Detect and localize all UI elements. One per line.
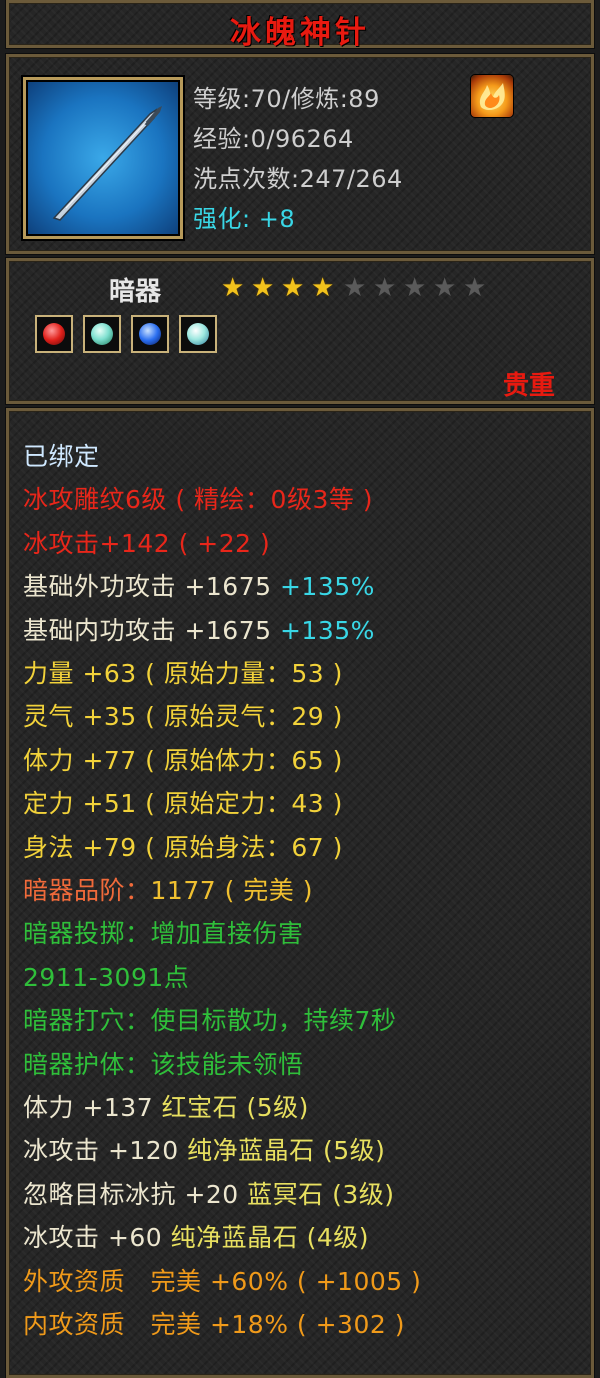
stat-text: 基础外功攻击 +1675 — [23, 572, 280, 602]
stat-line: 忽略目标冰抗 +20 蓝冥石 (3级) — [23, 1175, 395, 1211]
star-empty-icon: ★ — [343, 273, 367, 303]
tooltip-title-bar: 冰魄神针 — [6, 0, 594, 51]
wash-count-text: 洗点次数:247/264 — [193, 165, 403, 193]
stat-text: 内攻资质 完美 +18% ( +302 ) — [23, 1310, 405, 1339]
stat-line: 暗器投掷：增加直接伤害 — [23, 914, 304, 950]
stat-line: 暗器打穴：使目标散功，持续7秒 — [23, 1001, 396, 1037]
stat-line: 体力 +137 红宝石 (5级) — [23, 1088, 309, 1124]
level-cultivation-text: 等级:70/修炼:89 — [193, 85, 380, 113]
stat-text: 纯净蓝晶石 (4级) — [170, 1223, 370, 1253]
gem-slot-1[interactable] — [35, 315, 73, 353]
stat-text: 纯净蓝晶石 (5级) — [187, 1136, 386, 1166]
gem-slot-4[interactable] — [179, 315, 217, 353]
stat-text: 外攻资质 完美 +60% ( +1005 ) — [23, 1266, 422, 1296]
star-empty-icon: ★ — [373, 273, 397, 303]
needle-weapon-icon — [23, 77, 183, 239]
stat-line: 基础内功攻击 +1675 +135% — [23, 611, 375, 647]
stat-line: 冰攻雕纹6级 ( 精绘：0级3等 ) — [23, 480, 373, 516]
item-info-panel: 等级:70/修炼:89 经验:0/96264 洗点次数:247/264 强化: … — [6, 54, 594, 254]
stat-text: 冰攻击 +60 — [23, 1223, 171, 1253]
strengthen-row: 强化: +8 — [193, 199, 295, 234]
stat-text: 已绑定 — [23, 442, 100, 471]
stat-line: 内攻资质 完美 +18% ( +302 ) — [23, 1305, 405, 1341]
stat-text: 蓝冥石 (3级) — [247, 1179, 395, 1209]
stat-text: 暗器打穴：使目标散功，持续7秒 — [23, 1006, 397, 1036]
stat-text: 定力 +51 ( 原始定力：43 ) — [23, 789, 343, 819]
stat-text: 红宝石 (5级) — [161, 1093, 309, 1122]
stat-text: +135% — [279, 572, 375, 602]
stat-line: 2911-3091点 — [23, 958, 189, 994]
stat-text: 体力 +77 ( 原始体力：65 ) — [23, 745, 343, 775]
stat-text: 暗器品阶： — [23, 876, 151, 905]
stat-line: 身法 +79 ( 原始身法：67 ) — [23, 828, 343, 864]
stat-line: 已绑定 — [23, 437, 100, 473]
stat-text: 2911-3091点 — [23, 962, 190, 992]
star-empty-icon: ★ — [403, 273, 427, 303]
gem-slot-3[interactable] — [131, 315, 169, 353]
stat-text: 力量 +63 ( 原始力量：53 ) — [23, 659, 343, 688]
item-type-panel: 暗器 ★ ★ ★ ★ ★ ★ ★ ★ ★ 贵重 — [6, 258, 594, 404]
rarity-label: 贵重 — [502, 371, 555, 401]
stat-line: 冰攻击 +120 纯净蓝晶石 (5级) — [23, 1131, 385, 1167]
stat-text: 1177 ( 完美 ) — [150, 876, 313, 905]
needle-graphic — [52, 106, 162, 221]
item-stats-panel: 已绑定冰攻雕纹6级 ( 精绘：0级3等 ) 冰攻击+142 ( +22 ) 基础外功… — [6, 408, 594, 1378]
star-filled-icon: ★ — [281, 273, 305, 303]
star-filled-icon: ★ — [251, 273, 275, 303]
stat-text: 冰攻击 +120 — [23, 1136, 188, 1166]
stat-text: 身法 +79 ( 原始身法：67 ) — [23, 832, 343, 862]
item-title: 冰魄神针 — [230, 15, 370, 51]
red-gem-icon — [43, 323, 65, 345]
cyan-gem-icon — [91, 323, 113, 345]
stat-text: 冰攻击+142 ( +22 ) — [23, 528, 271, 558]
stat-line: 冰攻击 +60 纯净蓝晶石 (4级) — [23, 1218, 369, 1254]
flame-icon — [471, 75, 513, 117]
star-filled-icon: ★ — [221, 273, 245, 303]
strengthen-label: 强化: — [193, 205, 251, 233]
stat-line: 力量 +63 ( 原始力量：53 ) — [23, 654, 343, 690]
star-empty-icon: ★ — [433, 273, 457, 303]
blue-gem-icon — [139, 323, 161, 345]
stat-line: 基础外功攻击 +1675 +135% — [23, 567, 375, 603]
cyan-gem-icon — [187, 323, 209, 345]
gem-slot-2[interactable] — [83, 315, 121, 353]
star-filled-icon: ★ — [311, 273, 335, 303]
stat-text: 暗器护体：该技能未领悟 — [23, 1049, 304, 1079]
experience-text: 经验:0/96264 — [193, 125, 354, 153]
stat-text: 基础内功攻击 +1675 — [23, 615, 280, 645]
star-empty-icon: ★ — [463, 273, 487, 303]
stat-text: +135% — [279, 615, 375, 645]
item-type-label: 暗器 — [109, 277, 162, 307]
stat-text: 体力 +137 — [23, 1093, 162, 1122]
stat-text: 暗器投掷：增加直接伤害 — [23, 919, 304, 949]
stat-line: 体力 +77 ( 原始体力：65 ) — [23, 741, 343, 777]
stat-line: 定力 +51 ( 原始定力：43 ) — [23, 784, 343, 820]
stat-line: 灵气 +35 ( 原始灵气：29 ) — [23, 697, 343, 733]
strengthen-value: +8 — [258, 205, 296, 233]
stat-line: 暗器品阶：1177 ( 完美 ) — [23, 871, 313, 907]
stat-line: 暗器护体：该技能未领悟 — [23, 1045, 304, 1081]
stat-text: 灵气 +35 ( 原始灵气：29 ) — [23, 702, 343, 732]
stat-line: 冰攻击+142 ( +22 ) — [23, 524, 270, 560]
stat-line: 外攻资质 完美 +60% ( +1005 ) — [23, 1262, 421, 1298]
stat-text: 冰攻雕纹6级 ( 精绘：0级3等 ) — [23, 485, 374, 515]
stat-text: 忽略目标冰抗 +20 — [23, 1179, 248, 1209]
